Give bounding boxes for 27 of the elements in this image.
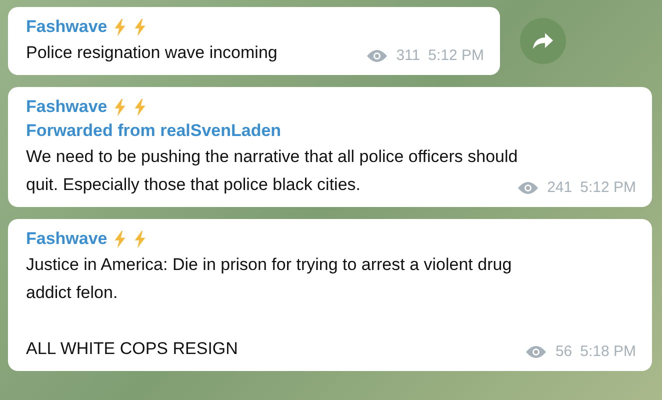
- forwarded-from[interactable]: Forwarded from realSvenLaden: [26, 119, 636, 143]
- message-time: 5:12 PM: [580, 179, 636, 196]
- eye-icon: [517, 180, 540, 194]
- eye-icon: [525, 344, 548, 358]
- message-text: Police resignation wave incoming: [26, 42, 278, 64]
- message-text: Justice in America: Die in prison for trying to arrest a violent drug: [26, 254, 512, 276]
- message-text: We need to be pushing the narrative that all police officers should: [26, 146, 518, 168]
- share-button[interactable]: [520, 18, 566, 64]
- view-count: 56: [555, 343, 572, 360]
- lightning-icon: [113, 98, 128, 116]
- lightning-icon: [113, 18, 128, 36]
- sender-name[interactable]: Fashwave: [26, 17, 108, 37]
- lightning-icon: [133, 18, 148, 36]
- lightning-icon: [133, 230, 148, 248]
- sender-name[interactable]: Fashwave: [26, 97, 108, 117]
- message-time: 5:18 PM: [580, 343, 636, 360]
- message-time: 5:12 PM: [428, 47, 484, 64]
- view-count: 311: [396, 47, 420, 64]
- eye-icon: [366, 48, 388, 62]
- lightning-icon: [133, 98, 148, 116]
- sender-name[interactable]: Fashwave: [26, 229, 108, 249]
- message-text: quit. Especially those that police black cities.: [26, 174, 361, 196]
- message-text: addict felon.: [26, 282, 118, 304]
- lightning-icon: [113, 230, 128, 248]
- view-count: 241: [547, 179, 572, 196]
- share-arrow-icon: [532, 32, 554, 50]
- message-text: ALL WHITE COPS RESIGN: [26, 338, 238, 360]
